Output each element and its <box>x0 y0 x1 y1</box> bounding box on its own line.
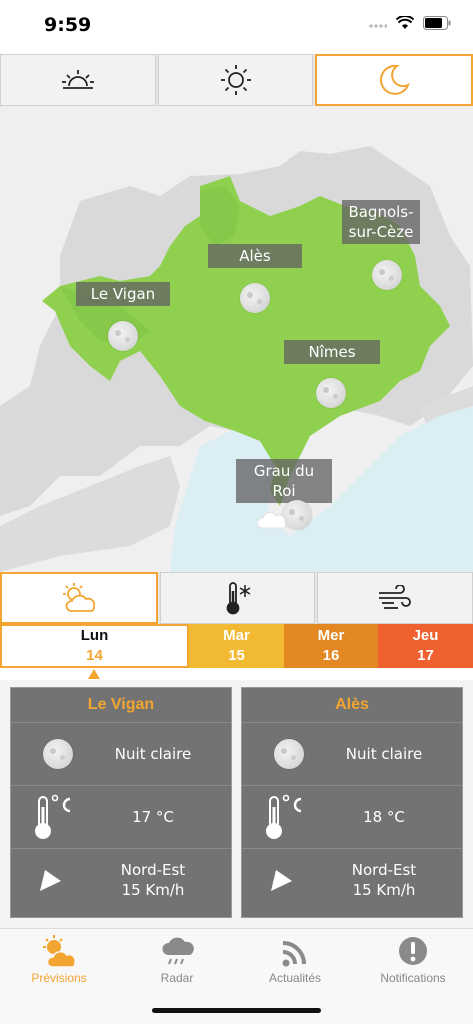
card-weather-row: Nuit claire <box>11 722 231 785</box>
status-bar: 9:59 <box>0 0 473 54</box>
sunrise-icon <box>61 70 94 89</box>
selected-day-pointer <box>88 669 100 679</box>
tab-night[interactable] <box>315 54 473 106</box>
clear-night-icon <box>372 260 402 290</box>
clear-night-icon <box>43 739 73 769</box>
city-card-le-vigan[interactable]: Le Vigan Nuit claire 17 °C Nord-Est 15 K… <box>10 687 232 918</box>
card-weather-row: Nuit claire <box>242 722 462 785</box>
nav-label: Actualités <box>268 971 322 985</box>
status-icons <box>369 16 451 30</box>
day-tab-mar[interactable]: Mar 15 <box>189 624 284 668</box>
cloudy-night-icon <box>256 500 316 530</box>
tab-weather[interactable] <box>0 572 158 624</box>
city-cards[interactable]: Le Vigan Nuit claire 17 °C Nord-Est 15 K… <box>0 680 473 928</box>
card-city-name: Alès <box>335 696 369 713</box>
card-wind-direction: Nord-Est <box>351 861 417 879</box>
day-tab-lun[interactable]: Lun 14 <box>0 624 189 668</box>
clear-night-icon <box>274 739 304 769</box>
partly-cloudy-icon <box>62 583 95 612</box>
city-label-nimes[interactable]: Nîmes <box>284 340 380 364</box>
nav-label: Prévisions <box>31 971 87 985</box>
tab-day[interactable] <box>157 54 314 106</box>
home-indicator <box>152 1008 321 1013</box>
city-label-ales[interactable]: Alès <box>208 244 302 268</box>
city-label-line: Bagnols- <box>348 203 414 221</box>
thermometer-celsius-icon <box>35 794 71 839</box>
nav-actualites[interactable]: Actualités <box>236 935 354 991</box>
status-time: 9:59 <box>44 14 92 36</box>
nav-label: Radar <box>160 971 194 985</box>
city-card-ales[interactable]: Alès Nuit claire 18 °C Nord-Est 15 Km/h <box>241 687 463 918</box>
nav-label: Notifications <box>380 971 446 985</box>
day-name: Lun <box>80 627 109 644</box>
card-wind-row: Nord-Est 15 Km/h <box>11 848 231 911</box>
wind-direction-arrow-icon <box>40 870 61 891</box>
tab-sunrise[interactable] <box>0 54 156 106</box>
day-number: 17 <box>417 647 434 664</box>
exclamation-icon <box>399 937 427 965</box>
card-city-name: Le Vigan <box>87 696 155 713</box>
day-number: 14 <box>86 647 103 664</box>
city-label-le-vigan[interactable]: Le Vigan <box>76 282 170 306</box>
card-temperature-row: 17 °C <box>11 785 231 848</box>
tab-wind[interactable] <box>317 572 473 624</box>
clear-night-icon <box>240 283 270 313</box>
city-label-grau-du-roi[interactable]: Grau du Roi <box>236 459 332 503</box>
weather-map[interactable]: Le Vigan Alès Bagnols- sur-Cèze Nîmes Gr… <box>0 106 473 572</box>
card-temperature-text: 17 °C <box>132 808 174 826</box>
nav-radar[interactable]: Radar <box>118 935 236 991</box>
card-wind-speed: 15 Km/h <box>121 881 185 899</box>
city-label-line: sur-Cèze <box>348 223 414 241</box>
clear-night-icon <box>316 378 346 408</box>
day-name: Jeu <box>412 627 439 644</box>
card-wind-direction: Nord-Est <box>120 861 186 879</box>
tab-temperature[interactable] <box>159 572 316 624</box>
card-weather-text: Nuit claire <box>345 745 423 763</box>
nav-notifications[interactable]: Notifications <box>354 935 472 991</box>
card-temperature-text: 18 °C <box>363 808 405 826</box>
day-tab-mer[interactable]: Mer 16 <box>284 624 378 668</box>
card-wind-speed: 15 Km/h <box>352 881 416 899</box>
period-tabs <box>0 54 473 106</box>
day-number: 16 <box>322 647 340 664</box>
battery-icon <box>423 16 451 30</box>
moon-icon <box>380 64 411 95</box>
day-tab-jeu[interactable]: Jeu 17 <box>378 624 473 668</box>
rss-icon <box>282 941 306 967</box>
day-name: Mar <box>223 627 250 644</box>
sun-icon <box>220 65 251 95</box>
wifi-icon <box>396 16 414 29</box>
cloud-shape <box>257 512 287 529</box>
signal-icon <box>369 24 387 28</box>
forecast-tabs <box>0 572 473 624</box>
city-label-bagnols[interactable]: Bagnols- sur-Cèze <box>342 200 420 244</box>
thermometer-celsius-icon <box>266 794 302 839</box>
card-temperature-row: 18 °C <box>242 785 462 848</box>
thermometer-snow-icon <box>226 582 250 615</box>
rain-cloud-icon <box>162 937 194 965</box>
card-wind-row: Nord-Est 15 Km/h <box>242 848 462 911</box>
sun-cloud-icon <box>43 935 76 968</box>
card-weather-text: Nuit claire <box>114 745 192 763</box>
card-wind-text: Nord-Est 15 Km/h <box>312 860 456 900</box>
nav-previsions[interactable]: Prévisions <box>0 935 118 991</box>
clear-night-icon <box>108 321 138 351</box>
day-number: 15 <box>228 647 245 664</box>
wind-direction-arrow-icon <box>271 870 292 891</box>
card-wind-text: Nord-Est 15 Km/h <box>81 860 225 900</box>
day-selector: Lun 14 Mar 15 Mer 16 Jeu 17 <box>0 624 473 668</box>
day-name: Mer <box>317 627 345 644</box>
wind-icon <box>379 585 412 609</box>
